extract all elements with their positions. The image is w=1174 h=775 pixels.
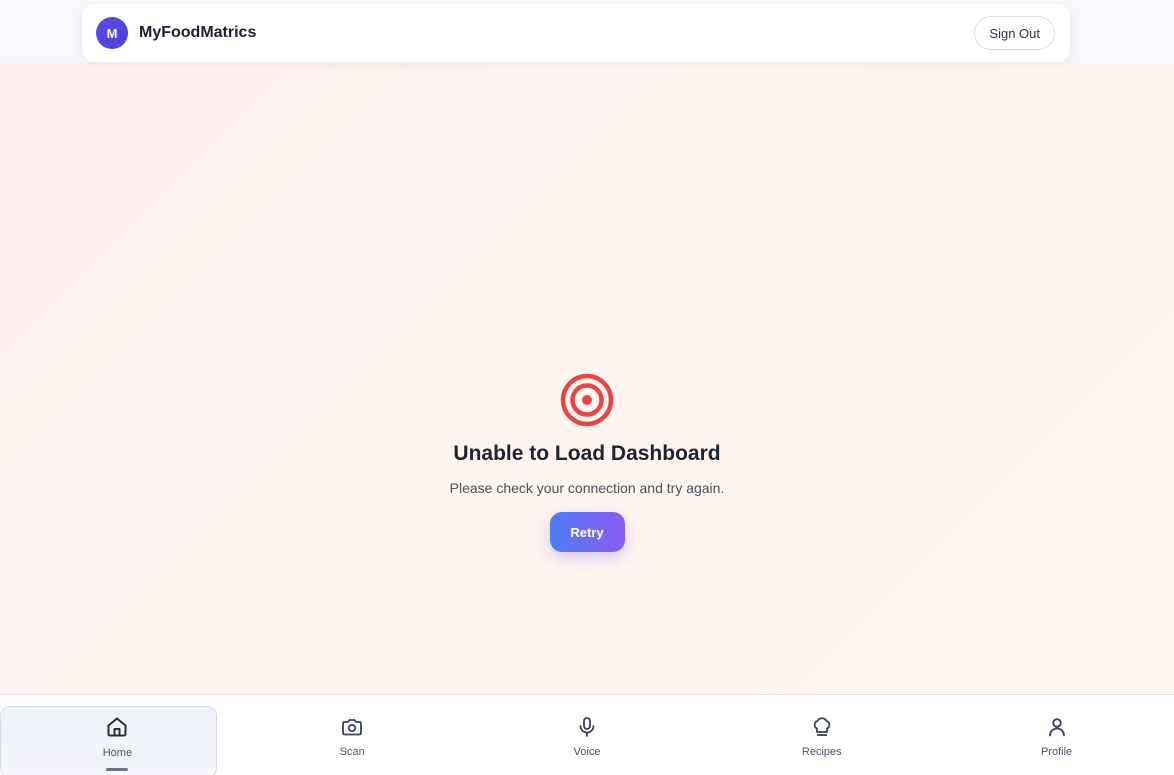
nav-item-profile[interactable]: Profile bbox=[939, 695, 1174, 775]
nav-label-voice: Voice bbox=[573, 746, 601, 758]
microphone-icon bbox=[579, 717, 595, 737]
nav-label-profile: Profile bbox=[1040, 746, 1073, 758]
retry-button[interactable]: Retry bbox=[549, 512, 625, 552]
home-icon bbox=[107, 717, 127, 737]
user-icon bbox=[1048, 718, 1065, 737]
nav-item-home[interactable]: Home bbox=[0, 695, 235, 775]
app-title: MyFoodMatrics bbox=[139, 24, 257, 41]
app-header: M MyFoodMatrics Sign Out bbox=[82, 4, 1070, 62]
nav-label-home: Home bbox=[102, 747, 133, 759]
chef-hat-icon bbox=[813, 717, 831, 736]
error-panel: Unable to Load Dashboard Please check yo… bbox=[0, 372, 1174, 552]
nav-label-recipes: Recipes bbox=[801, 746, 842, 758]
active-indicator bbox=[106, 768, 129, 771]
nav-label-scan: Scan bbox=[339, 746, 365, 758]
nav-item-recipes[interactable]: Recipes bbox=[704, 695, 939, 775]
error-message: Please check your connection and try aga… bbox=[449, 480, 725, 496]
error-title: Unable to Load Dashboard bbox=[453, 442, 721, 465]
logo-letter: M bbox=[106, 25, 118, 41]
sign-out-button[interactable]: Sign Out bbox=[974, 16, 1055, 50]
target-icon bbox=[560, 373, 614, 427]
nav-item-scan[interactable]: Scan bbox=[235, 695, 470, 775]
nav-item-voice[interactable]: Voice bbox=[470, 695, 705, 775]
app-logo-avatar: M bbox=[96, 17, 128, 49]
bottom-navigation: Home Scan Voice Recipes Profile bbox=[0, 694, 1174, 775]
camera-icon bbox=[342, 719, 363, 736]
